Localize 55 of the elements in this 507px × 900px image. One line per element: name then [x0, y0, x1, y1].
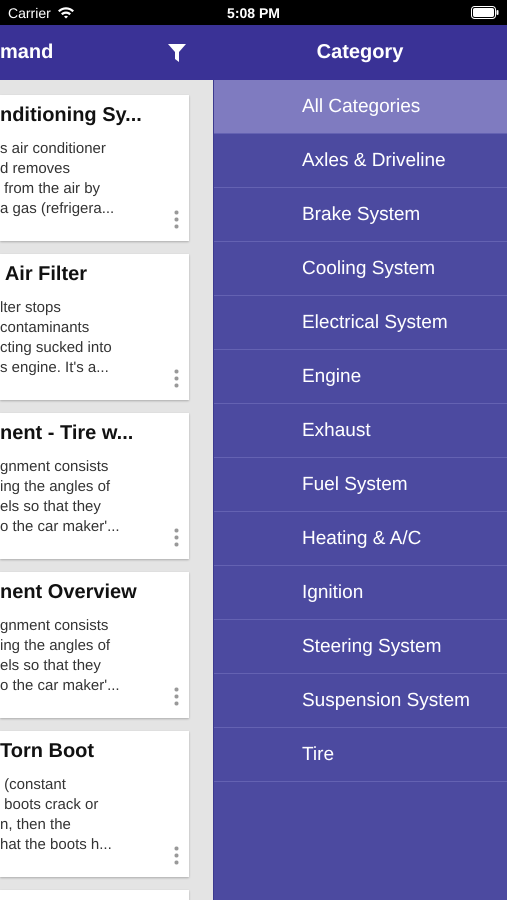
battery-icon — [471, 6, 499, 19]
article-excerpt-line: n, then the — [0, 815, 72, 835]
article-excerpt-line: ing the angles of — [0, 477, 112, 497]
carrier-label: Carrier — [8, 4, 51, 20]
category-item[interactable]: Tire — [214, 728, 507, 782]
filter-icon[interactable] — [167, 42, 187, 62]
article-excerpt-line: hat the boots h... — [0, 835, 113, 855]
more-icon[interactable] — [174, 369, 179, 388]
article-excerpt-line: s engine. It's a... — [0, 358, 110, 378]
article-excerpt-line: boots crack or — [3, 795, 100, 815]
more-icon[interactable] — [174, 846, 179, 865]
category-item[interactable]: Electrical System — [214, 296, 507, 350]
screen-title: mand — [0, 41, 54, 64]
article-excerpt-line: cting sucked into — [0, 338, 113, 358]
article-excerpt-line: o the car maker'... — [0, 517, 121, 537]
more-icon[interactable] — [174, 528, 179, 547]
more-icon[interactable] — [174, 210, 179, 229]
category-item[interactable]: Heating & A/C — [214, 512, 507, 566]
category-item[interactable]: Fuel System — [214, 458, 507, 512]
article-excerpt-line: s air conditioner — [0, 139, 107, 159]
category-item[interactable]: Brake System — [214, 188, 507, 242]
category-item[interactable]: Cooling System — [214, 242, 507, 296]
article-excerpt-line: contaminants — [0, 318, 90, 338]
category-item[interactable]: Exhaust — [214, 404, 507, 458]
wifi-icon — [56, 6, 75, 19]
article-title: nent - Tire w... — [0, 422, 134, 446]
article-title: Torn Boot — [0, 740, 96, 764]
article-card[interactable]: Air Filter lter stops contaminants cting sucked into s engine. It's a... — [0, 254, 189, 400]
article-card[interactable]: nent - Tire w... gnment consists ing the angles of els so that they o the car maker'... — [0, 413, 189, 559]
article-excerpt-line: gnment consists — [0, 616, 110, 636]
category-item[interactable]: Suspension System — [214, 674, 507, 728]
category-item[interactable]: Ignition — [214, 566, 507, 620]
article-excerpt-line: from the air by — [3, 179, 102, 199]
article-title: nent Overview — [0, 581, 138, 605]
category-item[interactable]: Engine — [214, 350, 507, 404]
article-excerpt-line: ing the angles of — [0, 636, 112, 656]
article-excerpt-line: a gas (refrigera... — [0, 199, 116, 219]
clock-time: 5:08 PM — [227, 4, 280, 20]
article-excerpt-line: d removes — [0, 159, 72, 179]
article-title: nditioning Sy... — [0, 104, 143, 128]
article-card[interactable]: nditioning Sy... s air conditioner d removes from the air by a gas (refrigera... — [0, 95, 189, 241]
category-item[interactable]: Axles & Driveline — [214, 134, 507, 188]
article-title: Air Filter — [4, 263, 88, 287]
category-item[interactable]: Steering System — [214, 620, 507, 674]
article-excerpt-line: els so that they — [0, 497, 102, 517]
more-icon[interactable] — [174, 687, 179, 706]
article-excerpt-line: lter stops — [0, 298, 62, 318]
article-card[interactable]: Torn Boot (constant boots crack or n, then the hat the boots h... — [0, 731, 189, 877]
article-excerpt-line: els so that they — [0, 656, 102, 676]
category-title: Category — [316, 41, 404, 64]
article-card[interactable]: nent Overview gnment consists ing the angles of els so that they o the car maker'... — [0, 572, 189, 718]
article-excerpt-line: gnment consists — [0, 457, 110, 477]
article-excerpt-line: (constant — [3, 775, 67, 795]
category-item[interactable]: All Categories — [214, 80, 507, 134]
article-excerpt-line: o the car maker'... — [0, 676, 121, 696]
